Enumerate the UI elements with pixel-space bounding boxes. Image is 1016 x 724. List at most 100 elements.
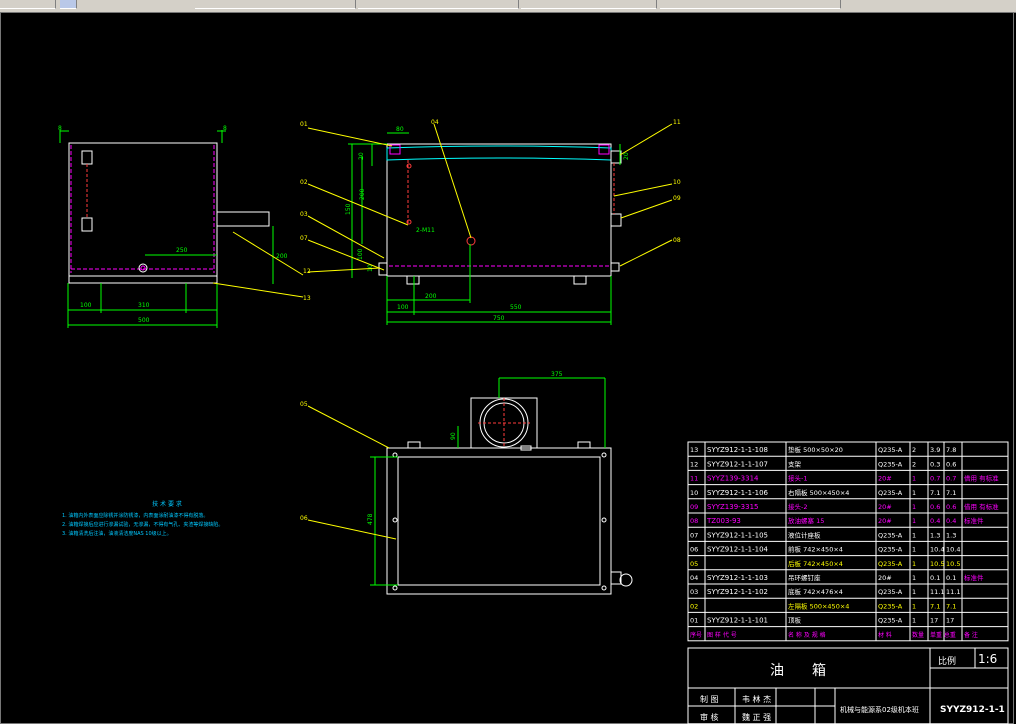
bom-cell-mat: Q235-A xyxy=(878,446,903,454)
bom-cell-total: 0.6 xyxy=(946,503,956,511)
bom-header-qty: 数量 xyxy=(912,631,924,639)
bom-cell-unit: 0.7 xyxy=(930,475,940,483)
bom-cell-total: 7.1 xyxy=(946,489,956,497)
bom-cell-qty: 1 xyxy=(912,588,916,596)
bom-cell-mat: Q235-A xyxy=(878,531,903,539)
bom-cell-qty: 1 xyxy=(912,517,916,525)
cad-drawing[interactable]: 250 200 100 310 500 8 8 12 13 80 20 200 … xyxy=(0,0,1016,724)
bom-cell-name: 接头-2 xyxy=(788,502,807,511)
side-view: 80 20 200 150 100 10 200 550 750 100 2-M… xyxy=(300,119,681,325)
bom-cell-code: SYYZ912-1-1-102 xyxy=(707,588,768,596)
front-dim-8-right: 8 xyxy=(223,125,227,132)
bom-cell-no: 01 xyxy=(690,617,698,625)
bom-cell-no: 08 xyxy=(690,517,698,525)
bom-cell-name: 支架 xyxy=(788,459,802,468)
bom-cell-qty: 1 xyxy=(912,617,916,625)
bom-cell-mat: Q235-A xyxy=(878,588,903,596)
callout-04: 04 xyxy=(431,119,439,126)
bom-cell-unit: 3.9 xyxy=(930,446,940,454)
bom-cell-name: 右隔板 500×450×4 xyxy=(788,488,849,497)
front-dim-8-left: 8 xyxy=(58,125,62,132)
bom-cell-mat: Q235-A xyxy=(878,546,903,554)
front-dim-310: 310 xyxy=(138,302,150,309)
bom-cell-code: TZ003-93 xyxy=(706,517,741,525)
bom-header-code: 图 样 代 号 xyxy=(707,631,737,639)
top-dim-478: 478 xyxy=(367,513,374,525)
bom-cell-unit: 7.1 xyxy=(930,602,940,610)
bom-header-note: 备 注 xyxy=(964,631,978,639)
bom-cell-note: 借用 有标准 xyxy=(964,474,999,483)
top-dim-90: 90 xyxy=(450,432,457,440)
bom-cell-code: SYYZ912-1-1-108 xyxy=(707,446,768,454)
scale-value: 1:6 xyxy=(978,652,997,666)
callout-05: 05 xyxy=(300,401,308,408)
bom-header-no: 序号 xyxy=(690,631,702,639)
side-dim-200: 200 xyxy=(359,188,366,200)
scale-label: 比例 xyxy=(938,655,956,667)
callout-06: 06 xyxy=(300,515,308,522)
bom-cell-total: 10.4 xyxy=(946,546,960,554)
bom-cell-name: 垫板 500×50×20 xyxy=(788,445,843,454)
bom-cell-qty: 1 xyxy=(912,546,916,554)
side-dim-750: 750 xyxy=(493,315,505,322)
bom-cell-qty: 1 xyxy=(912,503,916,511)
bom-cell-unit: 1.3 xyxy=(930,531,940,539)
bom-cell-mat: 20# xyxy=(878,574,892,582)
bom-cell-total: 17 xyxy=(946,617,954,625)
bom-cell-qty: 2 xyxy=(912,446,916,454)
bom-cell-name: 前板 742×450×4 xyxy=(788,545,843,554)
side-dim-20: 20 xyxy=(358,152,365,160)
bom-cell-total: 10.5 xyxy=(946,560,960,568)
bom-cell-total: 11.1 xyxy=(946,588,960,596)
note-line-1: 1. 油箱内外表面应除锈并涂防锈漆，内表面涂耐油漆不得有脱落。 xyxy=(62,513,209,519)
bom-cell-mat: 20# xyxy=(878,475,892,483)
bom-cell-unit: 0.4 xyxy=(930,517,940,525)
callout-09: 09 xyxy=(673,195,681,202)
bom-cell-qty: 1 xyxy=(912,531,916,539)
check-label: 审 核 xyxy=(700,712,719,722)
bom-cell-total: 0.4 xyxy=(946,517,956,525)
organization: 机械与能源系02级机本班 xyxy=(840,705,919,714)
checker-name: 魏 正 强 xyxy=(742,712,771,722)
side-dim-80: 80 xyxy=(396,126,404,133)
top-dim-375: 375 xyxy=(551,371,563,378)
front-view: 250 200 100 310 500 8 8 12 13 xyxy=(58,125,311,328)
bom-cell-qty: 1 xyxy=(912,560,916,568)
draw-label: 制 图 xyxy=(700,694,719,704)
side-dim-150: 150 xyxy=(345,203,352,215)
callout-13-front: 13 xyxy=(303,295,311,302)
bom-cell-name: 吊环螺钉座 xyxy=(788,573,821,582)
bom-cell-mat: Q235-A xyxy=(878,460,903,468)
bom-cell-qty: 2 xyxy=(912,460,916,468)
callout-03: 03 xyxy=(300,211,308,218)
bom-cell-unit: 0.6 xyxy=(930,503,940,511)
front-dim-100: 100 xyxy=(80,302,92,309)
top-view: 375 90 478 05 06 xyxy=(300,371,633,595)
bom-cell-code: SYYZ912-1-1-107 xyxy=(707,460,768,468)
bom-cell-no: 04 xyxy=(690,574,698,582)
bom-cell-qty: 1 xyxy=(912,602,916,610)
technical-notes: 技 术 要 求 1. 油箱内外表面应除锈并涂防锈漆，内表面涂耐油漆不得有脱落。 … xyxy=(62,500,272,539)
bom-cell-code: SYYZ912-1-1-101 xyxy=(707,617,768,625)
bom-header-mat: 材 料 xyxy=(878,631,892,639)
bom-cell-name: 接头-1 xyxy=(788,474,807,483)
bom-cell-mat: Q235-A xyxy=(878,617,903,625)
side-dim-20b: 20 xyxy=(623,152,630,160)
bom-cell-no: 06 xyxy=(690,546,698,554)
bom-cell-no: 07 xyxy=(690,531,698,539)
callout-02: 02 xyxy=(300,179,308,186)
bom-cell-unit: 11.1 xyxy=(930,588,944,596)
bom-table: 13 SYYZ912-1-1-108 垫板 500×50×20 Q235-A 2 3.9 7… xyxy=(687,441,1009,642)
bom-cell-name: 液位计座板 xyxy=(788,530,821,539)
callout-08: 08 xyxy=(673,237,681,244)
notes-title: 技 术 要 求 xyxy=(152,501,182,508)
callout-10: 10 xyxy=(673,179,681,186)
bom-cell-unit: 17 xyxy=(930,617,938,625)
bom-cell-code: SYYZ912-1-1-106 xyxy=(707,489,769,497)
bom-cell-total: 0.1 xyxy=(946,574,956,582)
bom-cell-code: SYYZ912-1-1-105 xyxy=(707,531,768,539)
bom-cell-note: 借用 有标准 xyxy=(964,502,999,511)
bom-cell-mat: Q235-A xyxy=(878,560,903,568)
bom-cell-qty: 1 xyxy=(912,475,916,483)
bom-cell-mat: 20# xyxy=(878,517,892,525)
